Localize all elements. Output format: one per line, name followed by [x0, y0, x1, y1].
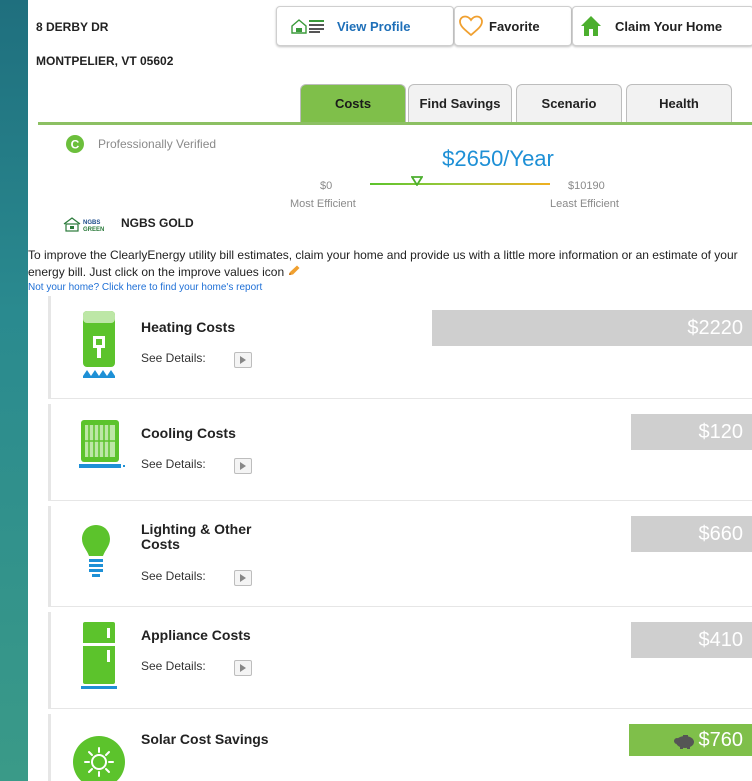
cooling-see-details-label: See Details: — [141, 457, 206, 471]
sun-icon — [73, 736, 125, 781]
favorite-button[interactable]: Favorite — [454, 6, 572, 46]
air-conditioner-icon — [79, 418, 125, 470]
cooling-cost-bar: $120 — [631, 414, 752, 450]
address-street: 8 DERBY DR — [36, 20, 109, 34]
efficiency-gauge — [370, 173, 550, 187]
tab-underline — [38, 122, 752, 125]
cost-row-lighting: Lighting & Other Costs See Details: $660 — [48, 506, 752, 607]
vermont-home-energy-profile-logo — [291, 18, 325, 34]
svg-text:NGBS: NGBS — [83, 220, 100, 226]
heating-details-play-icon[interactable] — [234, 352, 252, 368]
gauge-max-label: $10190 — [568, 180, 605, 192]
heating-see-details-label: See Details: — [141, 351, 206, 365]
c-badge-icon: C — [66, 135, 84, 153]
solar-title: Solar Cost Savings — [141, 731, 269, 747]
gauge-max-caption: Least Efficient — [550, 198, 619, 210]
appliance-see-details-label: See Details: — [141, 659, 206, 673]
cooling-title: Cooling Costs — [141, 425, 236, 441]
tab-costs[interactable]: Costs — [300, 84, 406, 122]
ngbs-green-logo: NGBS GREEN — [62, 216, 110, 234]
address-city: MONTPELIER, VT 05602 — [36, 54, 174, 68]
refrigerator-icon — [81, 620, 117, 692]
pencil-icon[interactable] — [287, 265, 301, 277]
cost-row-cooling: Cooling Costs See Details: $120 — [48, 404, 752, 501]
tab-scenario[interactable]: Scenario — [516, 84, 622, 122]
annual-cost-value: $2650/Year — [442, 146, 554, 171]
appliance-title: Appliance Costs — [141, 627, 251, 643]
certification-label: NGBS GOLD — [121, 216, 194, 230]
claim-home-button[interactable]: Claim Your Home — [572, 6, 752, 46]
gauge-marker-icon — [410, 173, 424, 187]
house-icon — [579, 14, 603, 38]
view-profile-button[interactable]: View Profile — [276, 6, 454, 46]
claim-home-label: Claim Your Home — [615, 18, 723, 34]
solar-value: $760 — [698, 728, 744, 751]
appliance-details-play-icon[interactable] — [234, 660, 252, 676]
cooling-details-play-icon[interactable] — [234, 458, 252, 474]
favorite-label: Favorite — [489, 18, 540, 34]
home-report-panel: 8 DERBY DR MONTPELIER, VT 05602 View Pro… — [28, 0, 752, 781]
gauge-track — [370, 183, 550, 185]
lighting-see-details-label: See Details: — [141, 569, 206, 583]
water-heater-icon — [80, 308, 118, 380]
tab-find-savings[interactable]: Find Savings — [408, 84, 512, 122]
lighting-details-play-icon[interactable] — [234, 570, 252, 586]
svg-text:C: C — [71, 138, 80, 152]
appliance-cost-bar: $410 — [631, 622, 752, 658]
gauge-min-caption: Most Efficient — [290, 198, 356, 210]
not-your-home-link[interactable]: Not your home? Click here to find your h… — [28, 282, 262, 293]
cost-row-appliance: Appliance Costs See Details: $410 — [48, 612, 752, 709]
piggy-bank-icon — [673, 732, 697, 749]
tab-health[interactable]: Health — [626, 84, 732, 122]
heating-cost-bar: $2220 — [432, 310, 752, 346]
cost-row-heating: Heating Costs See Details: $2220 — [48, 296, 752, 399]
improve-info-body: To improve the ClearlyEnergy utility bil… — [28, 248, 738, 279]
svg-text:GREEN: GREEN — [83, 227, 104, 233]
heating-title: Heating Costs — [141, 319, 236, 335]
verified-label: Professionally Verified — [98, 137, 217, 151]
solar-savings-bar: $760 — [629, 724, 752, 756]
heart-icon — [459, 15, 483, 37]
improve-info-text: To improve the ClearlyEnergy utility bil… — [28, 247, 750, 281]
cost-row-solar: Solar Cost Savings $760 — [48, 714, 752, 781]
light-bulb-icon — [81, 524, 111, 580]
lighting-title: Lighting & Other Costs — [141, 521, 252, 552]
view-profile-label: View Profile — [337, 18, 411, 34]
gauge-min-label: $0 — [320, 180, 333, 192]
lighting-cost-bar: $660 — [631, 516, 752, 552]
